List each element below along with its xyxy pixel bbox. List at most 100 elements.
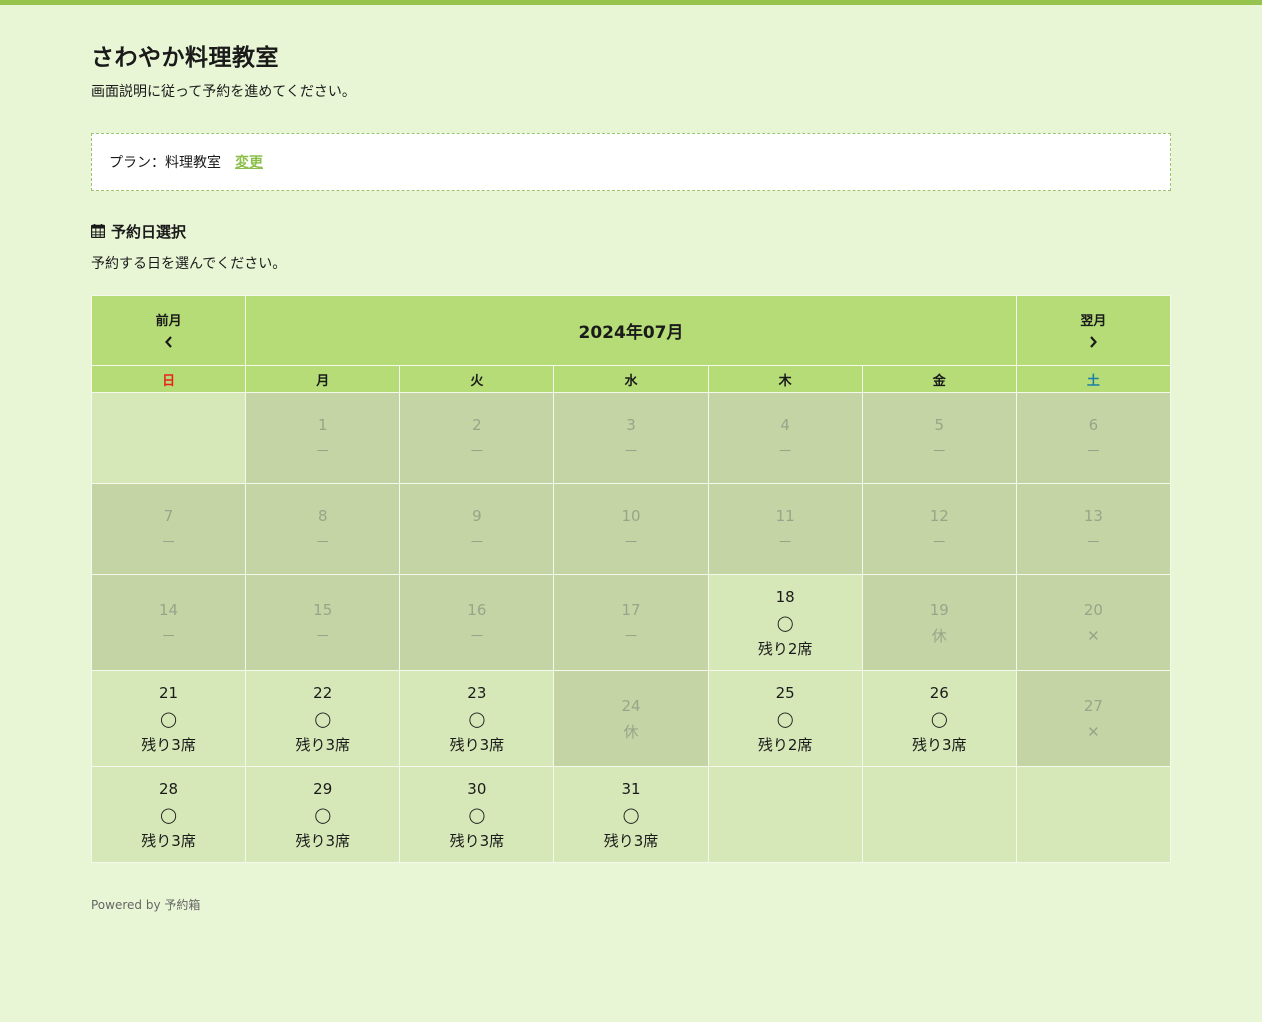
day-number: 15 xyxy=(313,600,333,619)
calendar-day-29[interactable]: 29 ◯ 残り3席 xyxy=(245,766,401,863)
day-number: 19 xyxy=(929,600,949,619)
day-number: 7 xyxy=(163,507,174,525)
calendar-day-15: 15 － xyxy=(245,574,401,671)
availability-mark: － xyxy=(1085,442,1101,460)
day-number: 12 xyxy=(929,507,949,525)
calendar-day-25[interactable]: 25 ◯ 残り2席 xyxy=(707,670,863,767)
section-description: 予約する日を選んでください。 xyxy=(91,256,287,272)
availability-mark: － xyxy=(931,442,947,460)
day-number: 5 xyxy=(934,416,945,434)
calendar-day-23[interactable]: 23 ◯ 残り3席 xyxy=(399,670,555,767)
calendar-day-6: 6 － xyxy=(1015,392,1172,484)
calendar-day-14: 14 － xyxy=(90,574,247,671)
remaining-seats: 残り3席 xyxy=(295,735,350,754)
day-number: 1 xyxy=(317,416,328,434)
calendar-week-row: 14 － 15 － 16 － 17 － 18 ◯ 残り2席 19 休 20 ✕ xyxy=(90,574,1172,671)
chevron-right-icon xyxy=(1017,335,1170,352)
weekday-sat: 土 xyxy=(1015,365,1172,393)
current-month-label: 2024年07月 xyxy=(245,295,1017,366)
availability-mark: － xyxy=(469,442,485,460)
prev-month-button[interactable]: 前月 xyxy=(90,295,247,366)
day-number: 2 xyxy=(472,416,482,434)
availability-mark: ✕ xyxy=(1087,722,1100,741)
page-subtitle: 画面説明に従って予約を進めてください。 xyxy=(91,84,356,100)
availability-mark: － xyxy=(161,533,177,551)
calendar-day-26[interactable]: 26 ◯ 残り3席 xyxy=(861,670,1017,767)
availability-mark: 休 xyxy=(623,722,639,741)
prev-month-label: 前月 xyxy=(155,313,182,329)
calendar-day-16: 16 － xyxy=(399,574,555,671)
availability-mark: ◯ xyxy=(622,805,640,824)
availability-mark: － xyxy=(315,442,331,460)
remaining-seats: 残り2席 xyxy=(757,735,813,754)
availability-mark: － xyxy=(931,533,947,551)
availability-mark: － xyxy=(161,626,177,645)
calendar-week-row: 28 ◯ 残り3席 29 ◯ 残り3席 30 ◯ 残り3席 31 ◯ 残り3席 xyxy=(90,766,1172,863)
calendar-day-7: 7 － xyxy=(90,483,247,575)
plan-label: プラン：料理教室 xyxy=(109,155,221,171)
next-month-label: 翌月 xyxy=(1080,313,1107,329)
plan-box: プラン：料理教室 変更 xyxy=(91,133,1171,191)
availability-mark: ◯ xyxy=(314,805,332,824)
calendar-empty-cell xyxy=(707,766,863,863)
calendar-day-11: 11 － xyxy=(707,483,863,575)
calendar-days: 1 － 2 － 3 － 4 － 5 － 6 － 7 － 8 － 9 － 10 － 11 － 12 － 13 － 14 － 15 － 16 － 1… xyxy=(90,392,1172,863)
calendar-day-2: 2 － xyxy=(399,392,555,484)
day-number: 16 xyxy=(467,600,487,619)
availability-mark: ◯ xyxy=(160,709,177,728)
day-number: 29 xyxy=(313,779,333,798)
day-number: 18 xyxy=(775,587,795,606)
availability-mark: － xyxy=(469,626,485,645)
availability-mark: － xyxy=(1085,533,1101,551)
calendar-day-19: 19 休 xyxy=(861,574,1017,671)
calendar-empty-cell xyxy=(861,766,1017,863)
day-number: 31 xyxy=(621,779,641,798)
availability-mark: ◯ xyxy=(468,709,486,728)
remaining-seats: 残り3席 xyxy=(603,831,659,850)
calendar-day-21[interactable]: 21 ◯ 残り3席 xyxy=(90,670,247,767)
remaining-seats: 残り3席 xyxy=(141,831,196,850)
remaining-seats: 残り3席 xyxy=(141,735,196,754)
availability-mark: － xyxy=(777,533,793,551)
day-number: 21 xyxy=(159,683,179,702)
availability-mark: － xyxy=(777,442,793,460)
weekday-mon: 月 xyxy=(245,365,401,393)
day-number: 26 xyxy=(929,683,949,702)
calendar-day-8: 8 － xyxy=(245,483,401,575)
weekday-fri: 金 xyxy=(861,365,1017,393)
availability-mark: ✕ xyxy=(1087,626,1100,645)
availability-mark: － xyxy=(469,533,485,551)
day-number: 3 xyxy=(626,416,636,434)
calendar-week-row: 7 － 8 － 9 － 10 － 11 － 12 － 13 － xyxy=(90,483,1172,575)
day-number: 11 xyxy=(775,507,795,525)
day-number: 20 xyxy=(1083,600,1103,619)
availability-mark: ◯ xyxy=(160,805,177,824)
page-container: さわやか料理教室 画面説明に従って予約を進めてください。 プラン：料理教室 変更… xyxy=(90,5,1172,913)
calendar-day-13: 13 － xyxy=(1015,483,1172,575)
calendar-day-22[interactable]: 22 ◯ 残り3席 xyxy=(245,670,401,767)
next-month-button[interactable]: 翌月 xyxy=(1015,295,1172,366)
calendar-day-31[interactable]: 31 ◯ 残り3席 xyxy=(553,766,709,863)
calendar-day-28[interactable]: 28 ◯ 残り3席 xyxy=(90,766,247,863)
availability-mark: － xyxy=(623,533,639,551)
availability-mark: － xyxy=(315,626,331,645)
section-title: 予約日選択 xyxy=(111,222,187,241)
calendar-empty-cell xyxy=(1015,766,1172,863)
calendar-week-row: 1 － 2 － 3 － 4 － 5 － 6 － xyxy=(90,392,1172,484)
day-number: 17 xyxy=(621,600,641,619)
calendar-day-30[interactable]: 30 ◯ 残り3席 xyxy=(399,766,555,863)
calendar-icon xyxy=(91,224,105,238)
day-number: 10 xyxy=(621,507,641,525)
calendar-header: 前月 2024年07月 翌月 xyxy=(90,295,1172,366)
day-number: 6 xyxy=(1088,416,1099,434)
remaining-seats: 残り2席 xyxy=(757,639,813,658)
availability-mark: ◯ xyxy=(776,709,794,728)
availability-mark: ◯ xyxy=(314,709,332,728)
day-number: 14 xyxy=(159,600,179,619)
remaining-seats: 残り3席 xyxy=(449,831,505,850)
calendar-day-12: 12 － xyxy=(861,483,1017,575)
calendar-day-27: 27 ✕ xyxy=(1015,670,1172,767)
change-plan-link[interactable]: 変更 xyxy=(235,152,263,172)
section-heading: 予約日選択 xyxy=(91,221,1171,241)
calendar-day-18[interactable]: 18 ◯ 残り2席 xyxy=(707,574,863,671)
